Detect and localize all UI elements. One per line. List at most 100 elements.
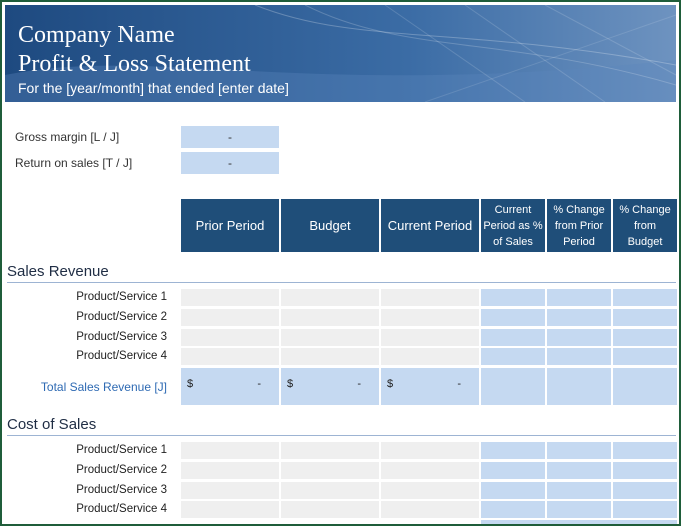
- total-budget-cell[interactable]: $ -: [281, 368, 379, 405]
- change-budget-cell[interactable]: [613, 442, 677, 459]
- row-label: Product/Service 4: [76, 503, 167, 515]
- current-period-cell[interactable]: [381, 442, 479, 459]
- change-budget-cell[interactable]: [613, 482, 677, 499]
- cost-of-sales-heading: Cost of Sales: [7, 416, 97, 433]
- budget-cell[interactable]: [281, 309, 379, 326]
- section-divider: [7, 435, 676, 436]
- budget-cell[interactable]: [281, 289, 379, 306]
- current-period-cell[interactable]: [381, 348, 479, 365]
- change-prior-cell[interactable]: [547, 462, 611, 479]
- section-divider: [7, 282, 676, 283]
- change-budget-cell[interactable]: [613, 501, 677, 518]
- column-header-line: % Change: [553, 203, 605, 216]
- column-header-current-period[interactable]: Current Period: [381, 199, 479, 252]
- change-prior-cell[interactable]: [547, 348, 611, 365]
- column-header-label: Current Period: [387, 218, 473, 233]
- title-banner: Company Name Profit & Loss Statement For…: [5, 5, 676, 102]
- column-header-change-budget[interactable]: % Change from Budget: [613, 199, 677, 252]
- pct-sales-cell[interactable]: [481, 329, 545, 346]
- pct-sales-cell[interactable]: [481, 462, 545, 479]
- column-header-line: % Change: [619, 203, 671, 216]
- change-prior-cell[interactable]: [547, 482, 611, 499]
- pct-sales-cell[interactable]: [481, 482, 545, 499]
- company-name[interactable]: Company Name: [18, 22, 175, 49]
- column-header-line: of Sales: [493, 235, 533, 248]
- prior-period-cell[interactable]: [181, 329, 279, 346]
- spreadsheet-frame: Company Name Profit & Loss Statement For…: [0, 0, 681, 526]
- change-prior-cell[interactable]: [547, 329, 611, 346]
- budget-cell[interactable]: [281, 442, 379, 459]
- change-budget-cell[interactable]: [613, 329, 677, 346]
- partial-row-cell: [481, 520, 677, 524]
- change-prior-cell[interactable]: [547, 501, 611, 518]
- row-label: Product/Service 1: [76, 444, 167, 456]
- return-on-sales-label: Return on sales [T / J]: [15, 156, 133, 170]
- column-header-label: Budget: [309, 218, 351, 233]
- current-period-cell[interactable]: [381, 462, 479, 479]
- period-note[interactable]: For the [year/month] that ended [enter d…: [18, 80, 289, 96]
- change-prior-cell[interactable]: [547, 289, 611, 306]
- gross-margin-value[interactable]: -: [181, 126, 279, 148]
- pct-sales-cell[interactable]: [481, 348, 545, 365]
- budget-cell[interactable]: [281, 501, 379, 518]
- pct-sales-cell[interactable]: [481, 289, 545, 306]
- return-on-sales-value[interactable]: -: [181, 152, 279, 174]
- gross-margin-label: Gross margin [L / J]: [15, 130, 120, 144]
- column-header-current-pct-sales[interactable]: Current Period as % of Sales: [481, 199, 545, 252]
- row-label: Product/Service 1: [76, 291, 167, 303]
- current-period-cell[interactable]: [381, 482, 479, 499]
- current-period-cell[interactable]: [381, 329, 479, 346]
- budget-cell[interactable]: [281, 482, 379, 499]
- pct-sales-cell[interactable]: [481, 501, 545, 518]
- prior-period-cell[interactable]: [181, 289, 279, 306]
- budget-cell[interactable]: [281, 462, 379, 479]
- pct-sales-cell[interactable]: [481, 309, 545, 326]
- prior-period-cell[interactable]: [181, 348, 279, 365]
- column-header-line: Current: [494, 203, 532, 216]
- change-prior-cell[interactable]: [547, 309, 611, 326]
- total-change-prior-cell[interactable]: [547, 368, 611, 405]
- statement-title[interactable]: Profit & Loss Statement: [18, 51, 251, 78]
- change-budget-cell[interactable]: [613, 348, 677, 365]
- currency-symbol: $: [287, 378, 294, 390]
- column-header-line: from Prior: [554, 219, 604, 232]
- total-value: -: [457, 378, 461, 390]
- row-label: Product/Service 2: [76, 311, 167, 323]
- column-header-line: from: [634, 219, 656, 232]
- change-prior-cell[interactable]: [547, 442, 611, 459]
- budget-cell[interactable]: [281, 348, 379, 365]
- column-header-line: Budget: [627, 235, 663, 248]
- column-header-prior-period[interactable]: Prior Period: [181, 199, 279, 252]
- row-label: Product/Service 2: [76, 464, 167, 476]
- current-period-cell[interactable]: [381, 289, 479, 306]
- row-label: Product/Service 3: [76, 331, 167, 343]
- prior-period-cell[interactable]: [181, 501, 279, 518]
- column-header-line: Period: [563, 235, 595, 248]
- currency-symbol: $: [387, 378, 394, 390]
- row-label: Product/Service 4: [76, 350, 167, 362]
- total-sales-revenue-label: Total Sales Revenue [J]: [40, 380, 167, 394]
- sales-revenue-heading: Sales Revenue: [7, 263, 109, 280]
- total-prior-period-cell[interactable]: $ -: [181, 368, 279, 405]
- current-period-cell[interactable]: [381, 309, 479, 326]
- total-value: -: [257, 378, 261, 390]
- pct-sales-cell[interactable]: [481, 442, 545, 459]
- current-period-cell[interactable]: [381, 501, 479, 518]
- total-current-period-cell[interactable]: $ -: [381, 368, 479, 405]
- change-budget-cell[interactable]: [613, 309, 677, 326]
- column-header-budget[interactable]: Budget: [281, 199, 379, 252]
- column-header-label: Prior Period: [195, 218, 265, 233]
- prior-period-cell[interactable]: [181, 309, 279, 326]
- prior-period-cell[interactable]: [181, 482, 279, 499]
- prior-period-cell[interactable]: [181, 442, 279, 459]
- total-value: -: [357, 378, 361, 390]
- change-budget-cell[interactable]: [613, 289, 677, 306]
- prior-period-cell[interactable]: [181, 462, 279, 479]
- row-label: Product/Service 3: [76, 484, 167, 496]
- total-pct-sales-cell[interactable]: [481, 368, 545, 405]
- column-header-line: Period as %: [483, 219, 543, 232]
- budget-cell[interactable]: [281, 329, 379, 346]
- column-header-change-prior[interactable]: % Change from Prior Period: [547, 199, 611, 252]
- total-change-budget-cell[interactable]: [613, 368, 677, 405]
- change-budget-cell[interactable]: [613, 462, 677, 479]
